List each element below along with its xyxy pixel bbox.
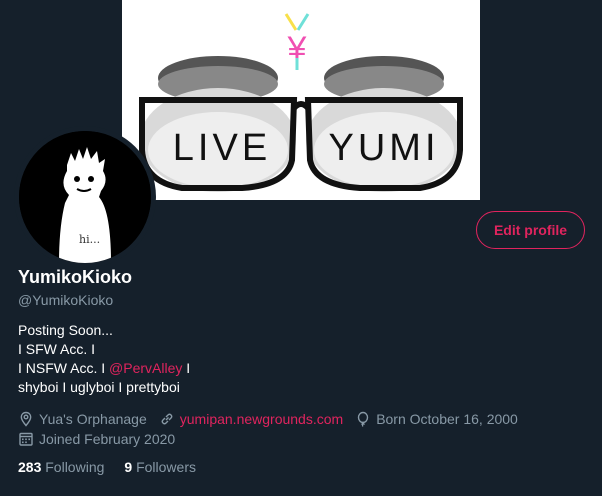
bio-line-2: I SFW Acc. I xyxy=(18,341,96,357)
bio-line-1: Posting Soon... xyxy=(18,322,113,338)
website-item[interactable]: yumipan.newgrounds.com xyxy=(159,411,343,427)
website-link[interactable]: yumipan.newgrounds.com xyxy=(180,411,343,427)
following-link[interactable]: 283 Following xyxy=(18,459,104,475)
followers-link[interactable]: 9 Followers xyxy=(124,459,196,475)
avatar-image: hi... xyxy=(19,131,151,263)
bio-line-3-prefix: I NSFW Acc. I xyxy=(18,360,110,376)
bio-line-3: I NSFW Acc. I @PervAlley I xyxy=(18,359,190,378)
profile-bio: Posting Soon... I SFW Acc. I I NSFW Acc.… xyxy=(18,321,190,397)
user-handle: @YumikoKioko xyxy=(18,292,114,308)
profile-stats: 283 Following 9 Followers xyxy=(18,459,216,475)
following-count: 283 xyxy=(18,459,42,475)
location-item: Yua's Orphanage xyxy=(18,411,147,427)
meta-row-1: Yua's Orphanage yumipan.newgrounds.com B… xyxy=(18,409,588,429)
display-name: YumikoKioko xyxy=(18,267,133,287)
birthday-text: Born October 16, 2000 xyxy=(376,411,518,427)
balloon-icon xyxy=(357,411,369,427)
banner-image: ¥ LIVE YUMI xyxy=(122,0,480,200)
profile-meta: Yua's Orphanage yumipan.newgrounds.com B… xyxy=(18,409,588,449)
bio-line-3-suffix: I xyxy=(182,360,191,376)
link-icon xyxy=(161,413,173,425)
left-lens-text: LIVE xyxy=(173,127,271,169)
meta-row-2: Joined February 2020 xyxy=(18,429,588,449)
avatar-caption: hi... xyxy=(79,233,100,246)
right-lens-text: YUMI xyxy=(329,127,440,169)
followers-count: 9 xyxy=(124,459,133,475)
birthday-item: Born October 16, 2000 xyxy=(355,411,518,427)
calendar-icon xyxy=(19,432,33,446)
location-pin-icon xyxy=(20,411,32,427)
joined-item: Joined February 2020 xyxy=(18,431,175,447)
bio-mention-link[interactable]: @PervAlley xyxy=(109,360,182,376)
following-label: Following xyxy=(45,459,105,475)
location-text: Yua's Orphanage xyxy=(39,411,147,427)
glasses-illustration: ¥ LIVE YUMI xyxy=(139,13,463,192)
profile-avatar[interactable]: hi... xyxy=(14,126,156,268)
joined-text: Joined February 2020 xyxy=(39,431,176,447)
followers-label: Followers xyxy=(136,459,196,475)
edit-profile-button[interactable]: Edit profile xyxy=(476,211,585,249)
bio-line-4: shyboi I uglyboi I prettyboi xyxy=(18,379,180,395)
